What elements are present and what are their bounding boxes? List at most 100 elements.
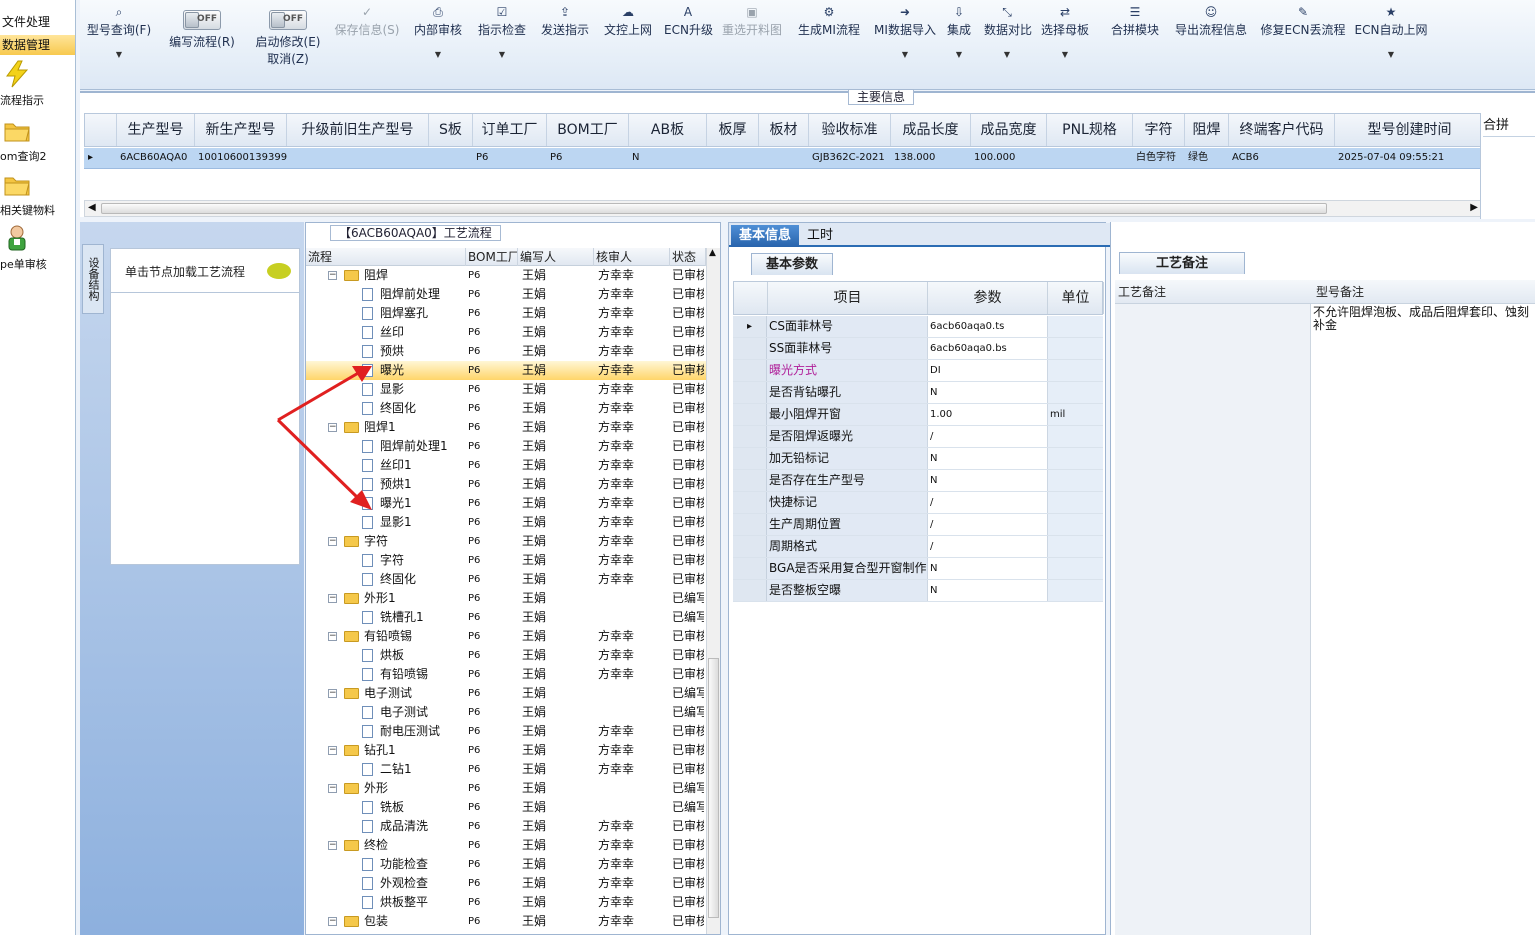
cell-8[interactable] xyxy=(760,148,810,168)
caret-down-icon[interactable]: ▼ xyxy=(984,50,1030,59)
param-value[interactable]: / xyxy=(927,492,1047,513)
table-row[interactable]: 预烘1 P6 王娟 方幸幸 已审核 xyxy=(306,475,706,494)
table-row[interactable]: 外观检查 P6 王娟 方幸幸 已审核 xyxy=(306,874,706,893)
toolbar-button-11[interactable]: ➜ MI数据导入 ▼ xyxy=(870,4,940,84)
toolbar-button-7[interactable]: ☁ 文控上网 xyxy=(600,4,656,84)
column-header-5[interactable]: BOM工厂 xyxy=(547,114,629,146)
param-row[interactable]: 是否阻焊返曝光 / xyxy=(733,426,1103,448)
table-row[interactable]: 烘板 P6 王娟 方幸幸 已审核 xyxy=(306,646,706,665)
table-row[interactable]: 丝印1 P6 王娟 方幸幸 已审核 xyxy=(306,456,706,475)
collapse-icon[interactable]: − xyxy=(328,746,337,755)
column-header-1[interactable]: 新生产型号 xyxy=(195,114,287,146)
table-row[interactable]: 铣槽孔1 P6 王娟 已编写 xyxy=(306,608,706,627)
param-row[interactable]: 快捷标记 / xyxy=(733,492,1103,514)
table-row[interactable]: − 阻焊 P6 王娟 方幸幸 已审核 xyxy=(306,266,706,285)
table-row[interactable]: − 有铅喷锡 P6 王娟 方幸幸 已审核 xyxy=(306,627,706,646)
column-header-16[interactable]: 型号创建时间 xyxy=(1335,114,1485,146)
collapse-icon[interactable]: − xyxy=(328,841,337,850)
tab-basic-info[interactable]: 基本信息 xyxy=(731,225,800,247)
param-value[interactable]: N xyxy=(927,470,1047,491)
param-col-1[interactable]: 参数 xyxy=(928,282,1048,314)
cell-9[interactable]: GJB362C-2021 xyxy=(810,148,892,168)
toggle-1[interactable]: OFF 编写流程(R) xyxy=(162,10,242,62)
load-hint-box[interactable]: 单击节点加载工艺流程 xyxy=(110,248,300,293)
param-value[interactable]: DI xyxy=(927,360,1047,381)
cell-1[interactable]: 10010600139399 xyxy=(196,148,288,168)
sidebar-item-material[interactable]: 相关键物料 xyxy=(0,168,75,222)
column-header-15[interactable]: 终端客户代码 xyxy=(1229,114,1335,146)
table-row[interactable]: − 阻焊1 P6 王娟 方幸幸 已审核 xyxy=(306,418,706,437)
cell-10[interactable]: 138.000 xyxy=(892,148,972,168)
table-row[interactable]: − 终检 P6 王娟 方幸幸 已审核 xyxy=(306,836,706,855)
table-row[interactable]: 烘板整平 P6 王娟 方幸幸 已审核 xyxy=(306,893,706,912)
toolbar-button-13[interactable]: ⤡ 数据对比 ▼ xyxy=(984,4,1032,84)
cell-4[interactable]: P6 xyxy=(474,148,548,168)
toggle-switch[interactable]: OFF xyxy=(183,10,221,30)
param-row[interactable]: 周期格式 / xyxy=(733,536,1103,558)
collapse-icon[interactable]: − xyxy=(328,632,337,641)
table-row[interactable]: 字符 P6 王娟 方幸幸 已审核 xyxy=(306,551,706,570)
collapse-icon[interactable]: − xyxy=(328,917,337,926)
table-row[interactable]: 功能检查 P6 王娟 方幸幸 已审核 xyxy=(306,855,706,874)
collapse-icon[interactable]: − xyxy=(328,423,337,432)
table-row[interactable]: 终固化 P6 王娟 方幸幸 已审核 xyxy=(306,570,706,589)
toolbar-button-17[interactable]: ✎ 修复ECN丢流程 xyxy=(1258,4,1348,84)
table-row[interactable]: 显影1 P6 王娟 方幸幸 已审核 xyxy=(306,513,706,532)
table-row[interactable]: ▸ 6ACB60AQA0 10010600139399 P6 P6 N GJB362C-20… xyxy=(84,148,1482,169)
column-header-9[interactable]: 验收标准 xyxy=(809,114,891,146)
param-value[interactable]: N xyxy=(927,580,1047,601)
param-row[interactable]: 曝光方式 DI xyxy=(733,360,1103,382)
param-value[interactable]: 1.00 xyxy=(927,404,1047,425)
caret-down-icon[interactable]: ▼ xyxy=(1036,50,1094,59)
param-row[interactable]: 是否整板空曝 N xyxy=(733,580,1103,602)
table-row[interactable]: 电子测试 P6 王娟 已编写 xyxy=(306,703,706,722)
process-col-1[interactable]: BOM工厂 xyxy=(466,248,518,266)
collapse-icon[interactable]: − xyxy=(328,271,337,280)
toolbar-button-0[interactable]: ⌕ 型号查询(F) ▼ xyxy=(84,4,154,84)
cell-0[interactable]: 6ACB60AQA0 xyxy=(118,148,196,168)
horizontal-scrollbar[interactable]: ◀ ▶ xyxy=(84,200,1482,217)
param-value[interactable]: N xyxy=(927,448,1047,469)
column-header-4[interactable]: 订单工厂 xyxy=(473,114,547,146)
column-header-11[interactable]: 成品宽度 xyxy=(971,114,1047,146)
process-col-2[interactable]: 编写人 xyxy=(518,248,594,266)
table-row[interactable]: − 包装 P6 王娟 方幸幸 已审核 xyxy=(306,912,706,931)
toolbar-button-16[interactable]: ☺ 导出流程信息 xyxy=(1172,4,1250,84)
scroll-up-icon[interactable]: ▲ xyxy=(709,248,716,258)
scrollbar-thumb[interactable] xyxy=(708,658,719,918)
param-value[interactable]: / xyxy=(927,426,1047,447)
param-row[interactable]: 是否存在生产型号 N xyxy=(733,470,1103,492)
scroll-left-icon[interactable]: ◀ xyxy=(88,202,96,213)
caret-down-icon[interactable]: ▼ xyxy=(1354,50,1428,59)
structure-tab[interactable]: 设备结构 xyxy=(82,244,104,314)
table-row[interactable]: 铣板 P6 王娟 已编写 xyxy=(306,798,706,817)
cell-13[interactable]: 白色字符 xyxy=(1134,148,1186,168)
cell-5[interactable]: P6 xyxy=(548,148,630,168)
collapse-icon[interactable]: − xyxy=(328,784,337,793)
sidebar-file-menu[interactable]: 文件处理 xyxy=(0,12,75,32)
table-row[interactable]: 丝印 P6 王娟 方幸幸 已审核 xyxy=(306,323,706,342)
param-row[interactable]: SS面菲林号 6acb60aqa0.bs xyxy=(733,338,1103,360)
toolbar-button-6[interactable]: ⇪ 发送指示 xyxy=(536,4,594,84)
param-value[interactable]: 6acb60aqa0.bs xyxy=(927,338,1047,359)
tab-process-notes[interactable]: 工艺备注 xyxy=(1119,252,1246,274)
sidebar-item-bom[interactable]: om查询2 xyxy=(0,114,75,168)
param-value[interactable]: / xyxy=(927,514,1047,535)
param-value[interactable]: 6acb60aqa0.ts xyxy=(927,316,1047,337)
param-row[interactable]: ▸ CS面菲林号 6acb60aqa0.ts xyxy=(733,316,1103,338)
table-row[interactable]: 曝光 P6 王娟 方幸幸 已审核 xyxy=(306,361,706,380)
param-row[interactable]: 生产周期位置 / xyxy=(733,514,1103,536)
collapse-icon[interactable]: − xyxy=(328,689,337,698)
model-note-text[interactable]: 不允许阻焊泡板、成品后阻焊套印、蚀刻补金 xyxy=(1313,306,1535,332)
table-row[interactable]: − 钻孔1 P6 王娟 方幸幸 已审核 xyxy=(306,741,706,760)
toolbar-button-4[interactable]: ⎙ 内部审核 ▼ xyxy=(410,4,466,84)
column-header-13[interactable]: 字符 xyxy=(1133,114,1185,146)
toggle-switch[interactable]: OFF xyxy=(269,10,307,30)
table-row[interactable]: 有铅喷锡 P6 王娟 方幸幸 已审核 xyxy=(306,665,706,684)
caret-down-icon[interactable]: ▼ xyxy=(474,50,530,59)
table-row[interactable]: 阻焊前处理 P6 王娟 方幸幸 已审核 xyxy=(306,285,706,304)
sidebar-data-menu[interactable]: 数据管理 xyxy=(0,35,75,55)
param-value[interactable]: / xyxy=(927,536,1047,557)
table-row[interactable]: 二钻1 P6 王娟 方幸幸 已审核 xyxy=(306,760,706,779)
sidebar-item-flow[interactable]: 流程指示 xyxy=(0,58,75,112)
